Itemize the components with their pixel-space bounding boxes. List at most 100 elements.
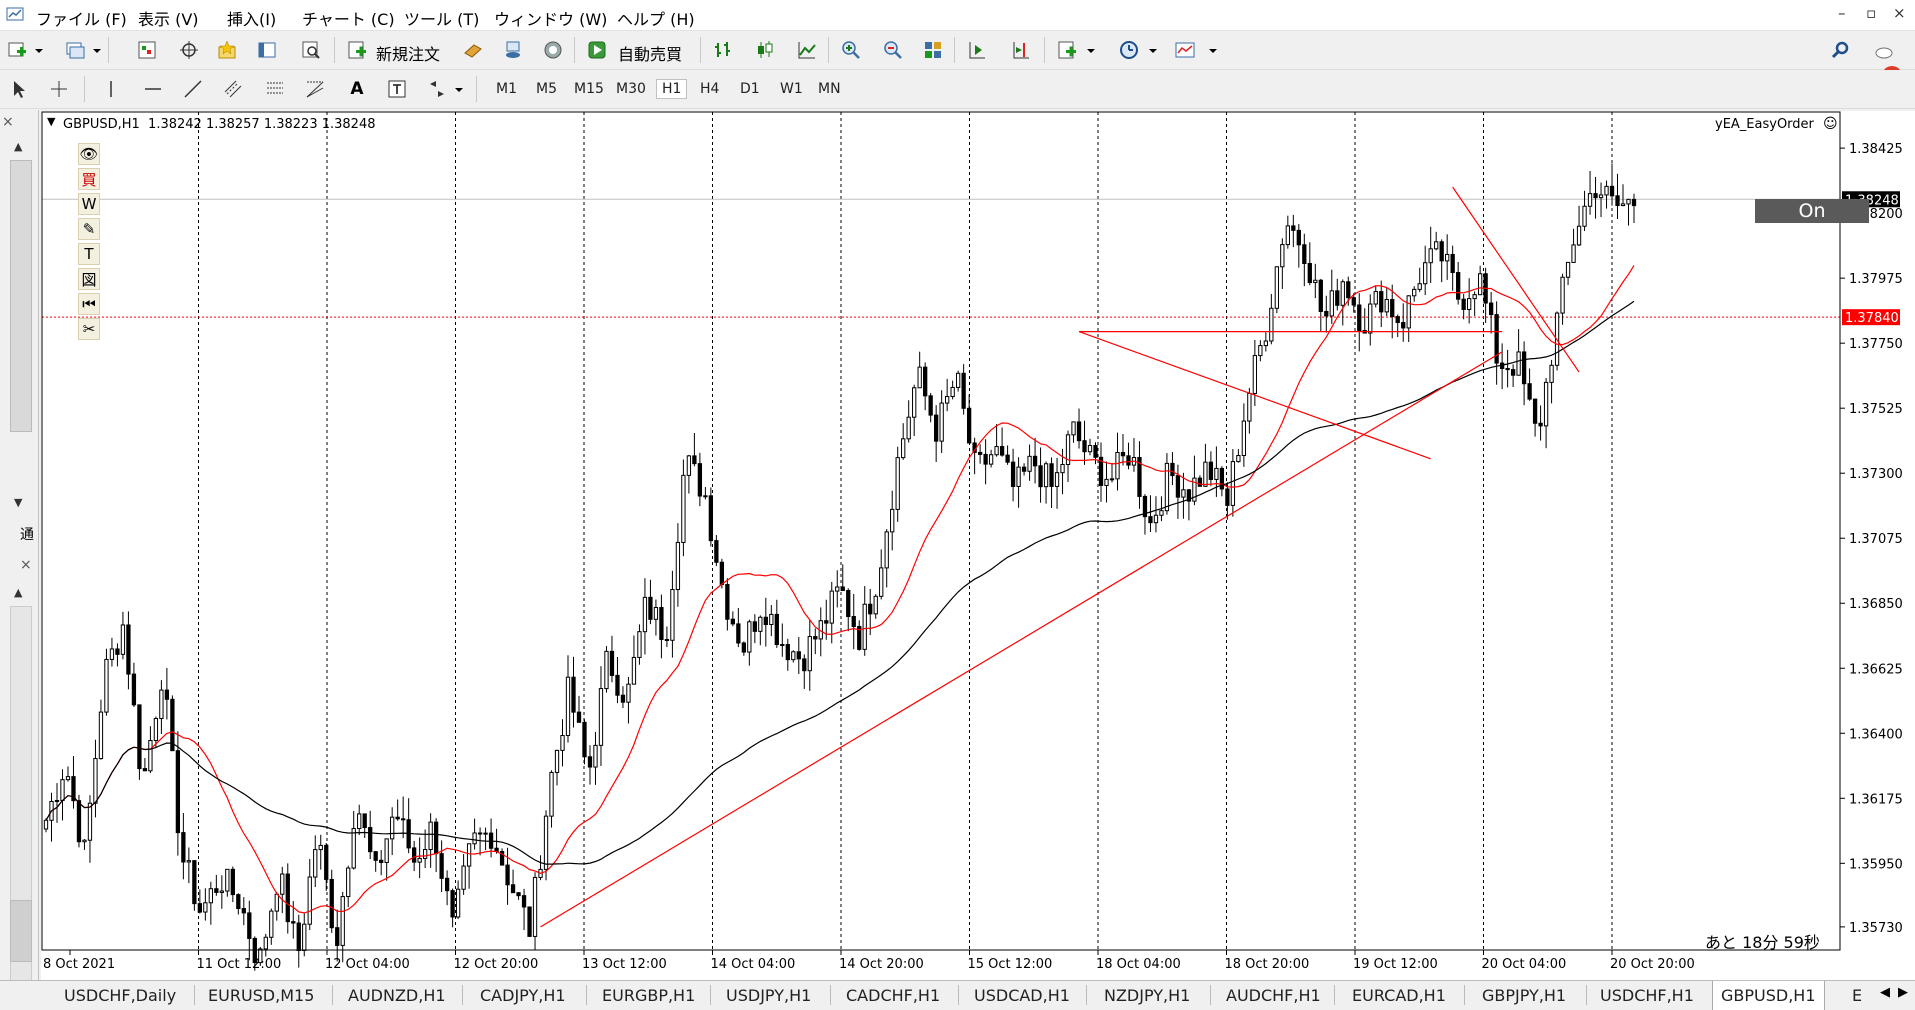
tab-audchf-h1[interactable]: AUDCHF,H1 (1226, 986, 1321, 1005)
tab-usdchf-daily[interactable]: USDCHF,Daily (64, 986, 176, 1005)
tab-audnzd-h1[interactable]: AUDNZD,H1 (348, 986, 446, 1005)
tab-more[interactable]: E (1852, 986, 1862, 1005)
scissors-tool-button[interactable]: ✂ (78, 318, 100, 340)
trendline-tool-button[interactable] (180, 77, 206, 101)
indicators-button[interactable] (1054, 38, 1080, 62)
timeframe-m1[interactable]: M1 (492, 79, 521, 99)
tab-eurusd-m15[interactable]: EURUSD,M15 (208, 986, 314, 1005)
profiles-button[interactable] (62, 38, 88, 62)
templates-button[interactable] (1172, 38, 1198, 62)
templates-dropdown[interactable] (1206, 38, 1220, 62)
tab-scroll-right-icon[interactable]: ▶ (1898, 985, 1908, 1000)
timeframe-mn[interactable]: MN (814, 79, 845, 99)
close-button[interactable]: × (1893, 4, 1906, 22)
scrollbar-thumb-2[interactable] (10, 900, 32, 962)
menu-chart[interactable]: チャート (C) (302, 6, 395, 30)
tab-gbpusd-h1[interactable]: GBPUSD,H1 (1712, 981, 1825, 1010)
chart-shift-button[interactable] (964, 38, 990, 62)
timeframe-h4[interactable]: H4 (696, 79, 723, 99)
rewind-tool-button[interactable]: ⏮ (78, 293, 100, 315)
navigator-button[interactable] (214, 38, 240, 62)
timeframe-d1[interactable]: D1 (736, 79, 764, 99)
scrollbar-thumb[interactable] (10, 160, 32, 432)
market-watch-button[interactable] (134, 38, 160, 62)
text-label-tool-button[interactable] (384, 77, 410, 101)
menu-help[interactable]: ヘルプ (H) (617, 6, 695, 30)
price-chart[interactable]: 1.384251.382001.379751.377501.375251.373… (41, 111, 1915, 980)
ea-on-button[interactable]: On (1755, 199, 1869, 223)
timeframe-h1[interactable]: H1 (656, 79, 688, 99)
crosshair-button[interactable] (176, 38, 202, 62)
tab-eurcad-h1[interactable]: EURCAD,H1 (1352, 986, 1446, 1005)
dock-tab-1[interactable]: 通 (20, 524, 34, 544)
horizontal-line-tool-button[interactable] (140, 77, 166, 101)
signals-button[interactable] (500, 38, 526, 62)
periods-button[interactable] (1116, 38, 1142, 62)
arrows-tool-button[interactable] (424, 77, 450, 101)
dock-close-icon-2[interactable]: × (20, 557, 32, 573)
timeframe-w1[interactable]: W1 (776, 79, 807, 99)
timeframe-m5[interactable]: M5 (532, 79, 561, 99)
scroll-down-icon[interactable]: ▼ (14, 496, 22, 509)
metaeditor-button[interactable] (460, 38, 486, 62)
autoscroll-button[interactable] (1008, 38, 1034, 62)
scroll-up-icon[interactable]: ▲ (14, 140, 22, 153)
new-order-icon-button[interactable] (344, 38, 370, 62)
tab-scroll-left-icon[interactable]: ◀ (1880, 985, 1890, 1000)
tile-windows-button[interactable] (920, 38, 946, 62)
pen-tool-button[interactable]: ✎ (78, 218, 100, 240)
chart-window[interactable]: 1.38425 1.38200 1.37975 1.37750 1.37525 1.373… (41, 111, 1915, 980)
new-order-button[interactable]: 新規注文 (376, 41, 440, 65)
tab-cadjpy-h1[interactable]: CADJPY,H1 (480, 986, 566, 1005)
auto-trading-button[interactable]: 自動売買 (618, 41, 682, 65)
chart-collapse-icon[interactable]: ▼ (47, 115, 55, 128)
menu-window[interactable]: ウィンドウ (W) (494, 6, 607, 30)
eye-tool-button[interactable]: 👁 (78, 143, 100, 165)
candlestick-button[interactable] (752, 38, 778, 62)
periods-dropdown[interactable] (1146, 38, 1160, 62)
terminal-button[interactable] (254, 38, 280, 62)
w-tool-button[interactable]: W (78, 193, 100, 215)
buy-tool-button[interactable]: 買 (78, 168, 100, 190)
new-chart-dropdown[interactable] (32, 38, 46, 62)
restore-button[interactable]: ▫ (1866, 4, 1876, 22)
tab-usdchf-h1[interactable]: USDCHF,H1 (1600, 986, 1694, 1005)
tab-gbpjpy-h1[interactable]: GBPJPY,H1 (1482, 986, 1566, 1005)
scroll-up-icon-2[interactable]: ▲ (14, 586, 22, 599)
line-chart-button[interactable] (794, 38, 820, 62)
tab-cadchf-h1[interactable]: CADCHF,H1 (846, 986, 940, 1005)
vertical-line-tool-button[interactable] (98, 77, 124, 101)
tab-usdjpy-h1[interactable]: USDJPY,H1 (726, 986, 811, 1005)
minimize-button[interactable]: – (1838, 4, 1846, 22)
fibo-fan-tool-button[interactable] (302, 77, 328, 101)
zoom-in-button[interactable] (838, 38, 864, 62)
fibo-retracement-tool-button[interactable] (262, 77, 288, 101)
cursor-tool-button[interactable] (6, 77, 32, 101)
figure-tool-button[interactable]: 図 (78, 268, 100, 290)
tab-usdcad-h1[interactable]: USDCAD,H1 (974, 986, 1070, 1005)
menu-insert[interactable]: 挿入(I) (227, 6, 276, 30)
indicators-dropdown[interactable] (1084, 38, 1098, 62)
crosshair-tool-button[interactable] (46, 77, 72, 101)
bar-chart-button[interactable] (710, 38, 736, 62)
equidistant-channel-tool-button[interactable] (220, 77, 246, 101)
tab-nzdjpy-h1[interactable]: NZDJPY,H1 (1104, 986, 1190, 1005)
new-chart-button[interactable] (4, 38, 30, 62)
zoom-out-button[interactable] (880, 38, 906, 62)
menu-view[interactable]: 表示 (V) (138, 6, 199, 30)
timeframe-m30[interactable]: M30 (612, 79, 650, 99)
community-button[interactable] (540, 38, 566, 62)
text-tool-side-button[interactable]: T (78, 243, 100, 265)
notifications-button[interactable] (1872, 38, 1898, 62)
dock-close-icon[interactable]: × (2, 114, 14, 130)
search-button[interactable] (1828, 38, 1854, 62)
menu-tools[interactable]: ツール (T) (404, 6, 479, 30)
arrows-dropdown[interactable] (452, 77, 466, 101)
text-tool-button[interactable]: A (344, 77, 370, 101)
timeframe-m15[interactable]: M15 (570, 79, 608, 99)
strategy-tester-button[interactable] (298, 38, 324, 62)
menu-file[interactable]: ファイル (F) (36, 6, 127, 30)
auto-trading-icon-button[interactable] (584, 38, 610, 62)
tab-eurgbp-h1[interactable]: EURGBP,H1 (602, 986, 695, 1005)
profiles-dropdown[interactable] (90, 38, 104, 62)
